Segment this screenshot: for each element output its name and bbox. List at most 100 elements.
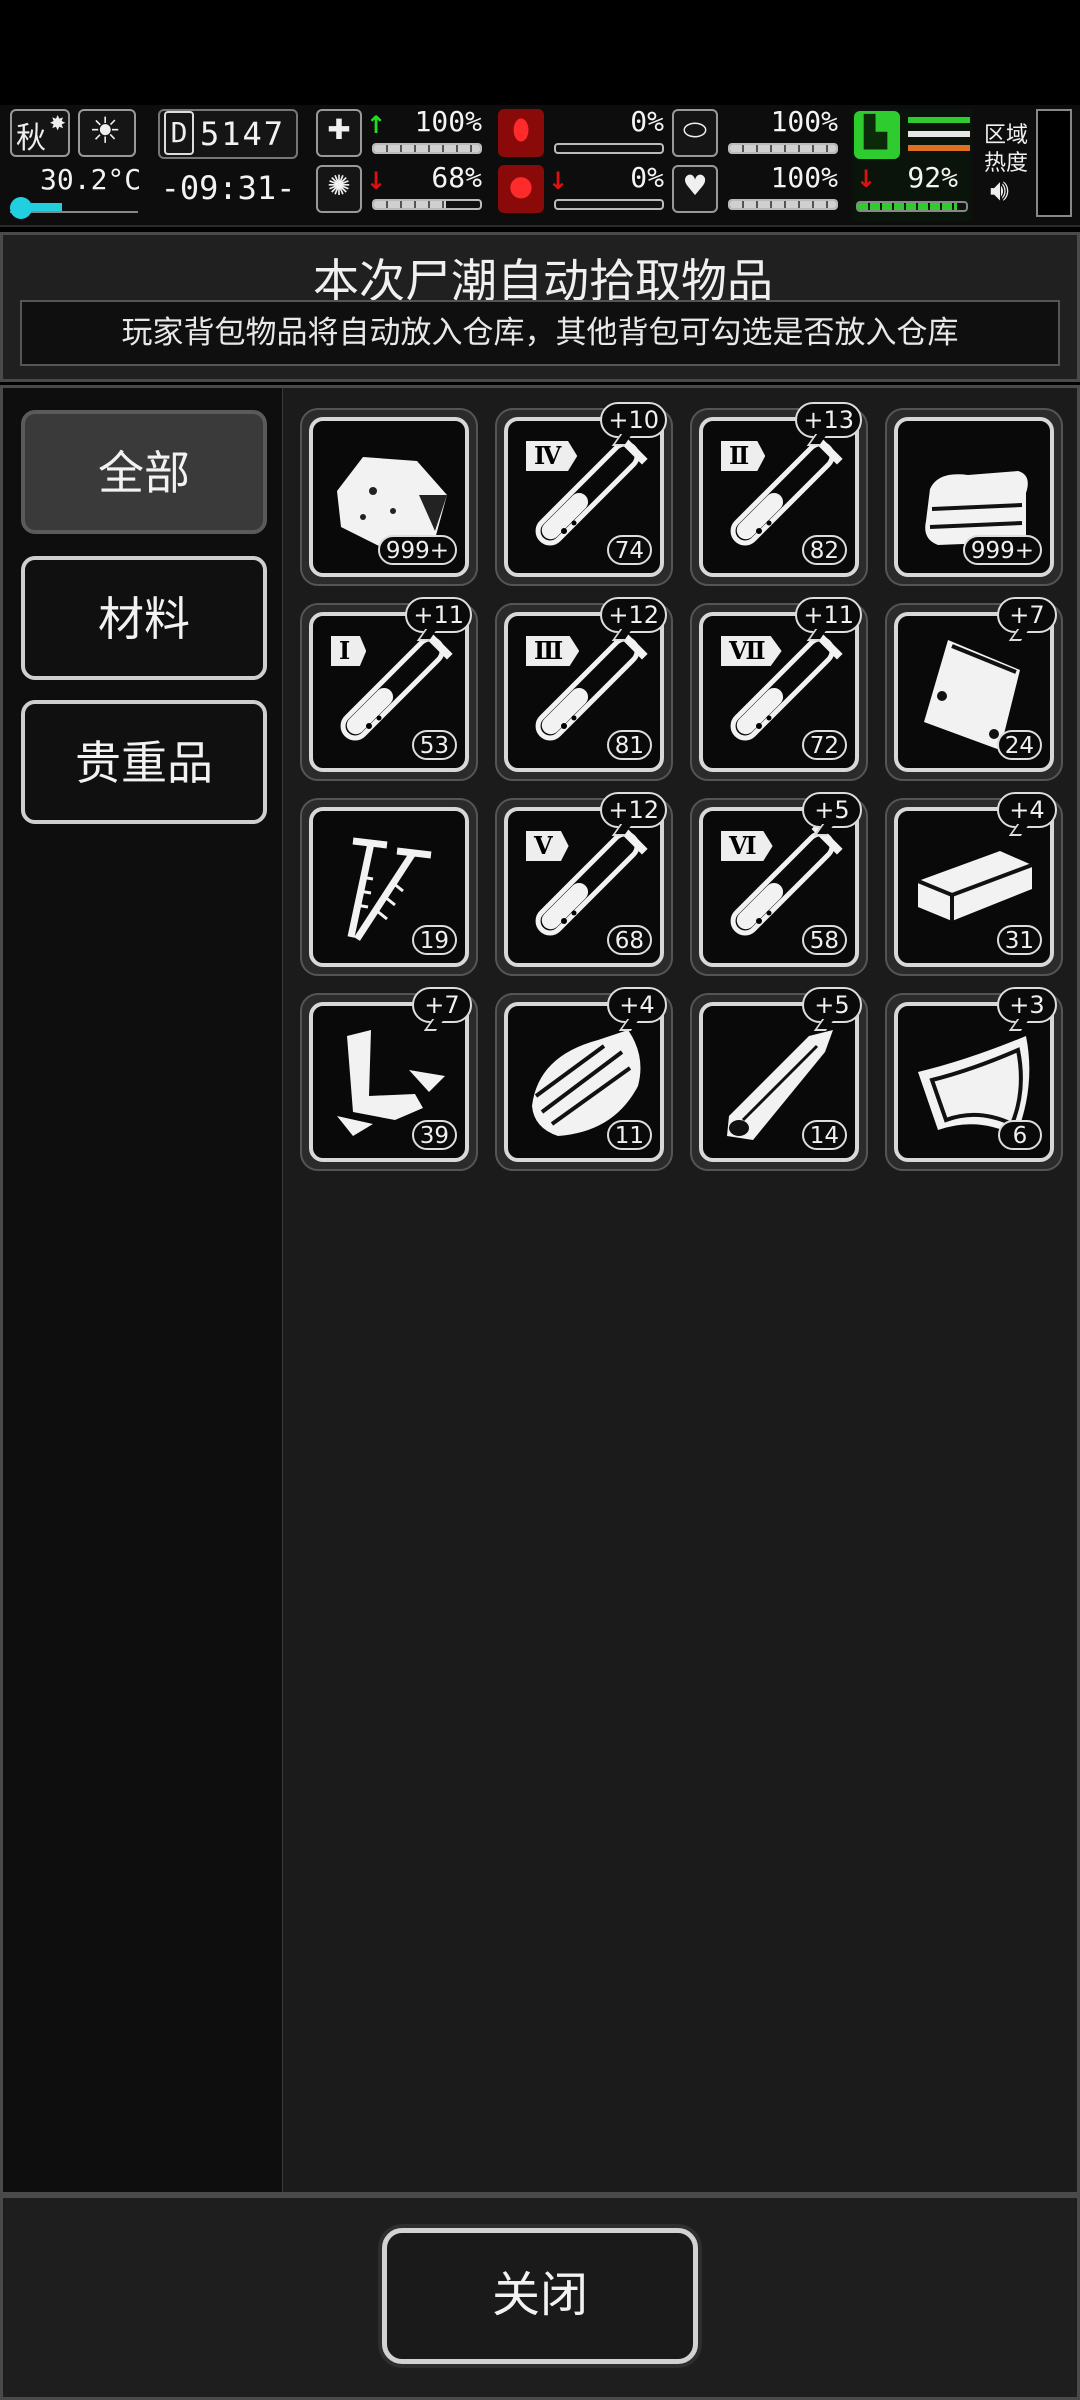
item-slot[interactable]: 6 +3 — [885, 987, 1063, 1171]
item-frame: Ⅴ 68 — [504, 807, 664, 967]
item-count: 39 — [411, 1120, 457, 1150]
item-frame: 31 — [894, 807, 1054, 967]
bonus-badge: +3 — [997, 987, 1057, 1023]
stat-value: 100% — [770, 161, 838, 194]
boot-icon: ▙ — [854, 111, 900, 159]
bonus-badge: +12 — [600, 597, 667, 633]
item-frame: Ⅵ 58 — [699, 807, 859, 967]
item-slot[interactable]: Ⅳ 74 +10 — [495, 402, 673, 586]
stat-value: 100% — [414, 105, 482, 138]
blood-drop-icon: ● — [498, 165, 544, 213]
stamina-value: 92% — [907, 161, 958, 194]
medkit-icon: ✚ — [316, 109, 362, 157]
speaker-icon[interactable]: 🔊︎ — [990, 173, 1009, 208]
item-frame: 11 — [504, 1002, 664, 1162]
item-slot[interactable]: 31 +4 — [885, 792, 1063, 976]
status-hud: 秋 ✸ ☀ 30.2°C D 5147 -09:31- ✚ ↑ 100% ⬮ 0% ⬭ 10… — [0, 105, 1080, 227]
item-slot[interactable]: 14 +5 — [690, 987, 868, 1171]
dialog-subtitle: 玩家背包物品将自动放入仓库，其他背包可勾选是否放入仓库 — [121, 315, 959, 351]
region-heat-gauge — [1036, 109, 1072, 217]
item-slot[interactable]: Ⅱ 82 +13 — [690, 402, 868, 586]
tier-label: Ⅳ — [526, 441, 578, 471]
tier-label: Ⅰ — [331, 636, 367, 666]
item-slot[interactable]: Ⅵ 58 +5 — [690, 792, 868, 976]
bonus-badge: +11 — [405, 597, 472, 633]
season-label: 秋 — [16, 121, 46, 156]
bonus-badge: +4 — [607, 987, 667, 1023]
bonus-badge: +7 — [412, 987, 472, 1023]
item-slot[interactable]: Ⅴ 68 +12 — [495, 792, 673, 976]
item-frame: 19 — [309, 807, 469, 967]
item-slot[interactable]: 999+ — [300, 408, 478, 586]
temperature-value: 30.2°C — [40, 163, 142, 196]
item-slot[interactable]: Ⅶ 72 +11 — [690, 597, 868, 781]
item-slot[interactable]: 24 +7 — [885, 597, 1063, 781]
tier-label: Ⅴ — [526, 831, 569, 861]
day-icon: D — [164, 111, 194, 155]
item-frame: Ⅰ 53 — [309, 612, 469, 772]
item-frame: Ⅶ 72 — [699, 612, 859, 772]
item-slot[interactable]: 11 +4 — [495, 987, 673, 1171]
item-count: 53 — [411, 730, 457, 760]
item-slot[interactable]: 39 +7 — [300, 987, 478, 1171]
brain-icon: ✺ — [316, 165, 362, 213]
stat-bar — [728, 199, 838, 210]
heart-icon: ♥ — [672, 165, 718, 213]
bonus-badge: +13 — [795, 402, 862, 438]
season-badge: 秋 ✸ — [10, 109, 70, 157]
bonus-badge: +7 — [997, 597, 1057, 633]
stat-bar — [372, 199, 482, 210]
item-count: 999+ — [377, 535, 457, 565]
stat-bar — [554, 199, 664, 210]
leaf-icon: ✸ — [49, 111, 66, 135]
tab-all[interactable]: 全部 — [21, 410, 267, 534]
item-frame: Ⅱ 82 — [699, 417, 859, 577]
pill-icon: ⬭ — [672, 109, 718, 157]
tab-materials[interactable]: 材料 — [21, 556, 267, 680]
close-button[interactable]: 关闭 — [382, 2228, 698, 2364]
stat-value: 100% — [770, 105, 838, 138]
day-counter: D 5147 — [158, 109, 298, 159]
bonus-badge: +12 — [600, 792, 667, 828]
item-grid-panel: 999+ Ⅳ 74 +10 Ⅱ 82 +13 999+ Ⅰ 53 +11 Ⅲ 8… — [283, 385, 1080, 2195]
tier-label: Ⅵ — [721, 831, 773, 861]
item-count: 74 — [606, 535, 652, 565]
item-frame: 999+ — [309, 417, 469, 577]
item-frame: 14 — [699, 1002, 859, 1162]
tab-valuables[interactable]: 贵重品 — [21, 700, 267, 824]
item-frame: 24 — [894, 612, 1054, 772]
temperature-gauge — [10, 197, 138, 219]
item-slot[interactable]: 19 — [300, 798, 478, 976]
stat-bar — [554, 143, 664, 154]
item-count: 68 — [606, 925, 652, 955]
stamina-bar — [856, 201, 968, 212]
item-frame: 6 — [894, 1002, 1054, 1162]
sun-icon: ☀ — [78, 109, 136, 157]
subtitle-box: 玩家背包物品将自动放入仓库，其他背包可勾选是否放入仓库 — [20, 300, 1060, 366]
item-count: 81 — [606, 730, 652, 760]
bonus-badge: +4 — [997, 792, 1057, 828]
stat-value: 68% — [431, 161, 482, 194]
item-count: 11 — [606, 1120, 652, 1150]
stat-bar — [372, 143, 482, 154]
tier-label: Ⅶ — [721, 636, 782, 666]
day-value: 5147 — [200, 115, 286, 153]
category-sidebar: 全部 材料 贵重品 — [0, 385, 286, 2195]
item-slot[interactable]: 999+ — [885, 408, 1063, 586]
stomach-icon: ⬮ — [498, 109, 544, 157]
item-count: 6 — [998, 1120, 1042, 1150]
item-slot[interactable]: Ⅲ 81 +12 — [495, 597, 673, 781]
clock-value: -09:31- — [160, 169, 296, 207]
tier-label: Ⅱ — [721, 441, 766, 471]
stat-value: 0% — [630, 161, 664, 194]
item-count: 999+ — [962, 535, 1042, 565]
item-frame: 999+ — [894, 417, 1054, 577]
item-count: 72 — [801, 730, 847, 760]
tier-label: Ⅲ — [526, 636, 580, 666]
item-count: 82 — [801, 535, 847, 565]
stat-value: 0% — [630, 105, 664, 138]
item-frame: 39 — [309, 1002, 469, 1162]
item-slot[interactable]: Ⅰ 53 +11 — [300, 597, 478, 781]
stamina-panel: ▙ ↓ 92% — [852, 109, 972, 221]
item-frame: Ⅲ 81 — [504, 612, 664, 772]
